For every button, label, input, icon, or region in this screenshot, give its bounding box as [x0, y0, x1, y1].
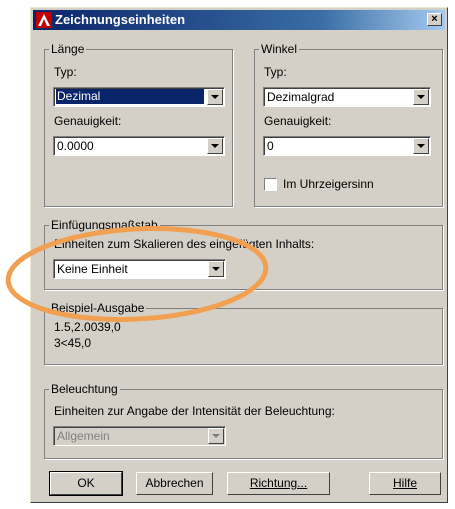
chevron-down-icon[interactable]	[207, 89, 223, 105]
close-button[interactable]: ×	[427, 13, 442, 26]
length-type-dropdown[interactable]: Dezimal	[53, 87, 225, 107]
lighting-legend: Beleuchtung	[49, 382, 120, 396]
insertion-scale-dropdown[interactable]: Keine Einheit	[53, 259, 226, 279]
help-button-label: Hilfe	[392, 476, 417, 490]
length-precision-dropdown[interactable]: 0.0000	[53, 136, 225, 156]
lighting-units-value: Allgemein	[57, 429, 110, 443]
length-type-label: Typ:	[54, 65, 77, 79]
title-bar[interactable]: Zeichnungseinheiten ×	[33, 10, 445, 30]
cancel-button[interactable]: Abbrechen	[136, 472, 213, 495]
help-button[interactable]: Hilfe	[369, 472, 441, 495]
sample-output-line-2: 3<45,0	[54, 336, 92, 350]
angle-precision-label: Genauigkeit:	[264, 114, 332, 128]
length-group: Länge Typ: Dezimal Genauigkeit: 0.0000	[44, 42, 233, 207]
insertion-scale-value: Keine Einheit	[57, 262, 128, 276]
angle-type-label: Typ:	[264, 65, 287, 79]
chevron-down-icon[interactable]	[207, 138, 223, 154]
insertion-scale-group: Einfügungsmaßstab Einheiten zum Skaliere…	[44, 218, 443, 290]
chevron-down-icon[interactable]	[208, 428, 224, 444]
angle-type-dropdown[interactable]: Dezimalgrad	[263, 87, 431, 107]
sample-output-legend: Beispiel-Ausgabe	[49, 301, 147, 315]
length-type-value: Dezimal	[56, 89, 204, 104]
lighting-description: Einheiten zur Angabe der Intensität der …	[54, 404, 335, 418]
angle-group: Winkel Typ: Dezimalgrad Genauigkeit: 0 I…	[254, 42, 443, 207]
chevron-down-icon[interactable]	[413, 138, 429, 154]
length-precision-label: Genauigkeit:	[54, 114, 122, 128]
clockwise-checkbox[interactable]	[264, 178, 277, 191]
autocad-app-icon	[36, 12, 52, 28]
length-precision-value: 0.0000	[57, 139, 94, 153]
chevron-down-icon[interactable]	[413, 89, 429, 105]
angle-legend: Winkel	[259, 42, 300, 56]
direction-button-label: Richtung...	[249, 476, 308, 490]
sample-output-group: Beispiel-Ausgabe 1.5,2.0039,0 3<45,0	[44, 301, 443, 365]
sample-output-line-1: 1.5,2.0039,0	[54, 320, 121, 334]
angle-type-value: Dezimalgrad	[267, 90, 335, 104]
ok-button[interactable]: OK	[49, 471, 123, 496]
chevron-down-icon[interactable]	[208, 261, 224, 277]
angle-precision-dropdown[interactable]: 0	[263, 136, 431, 156]
lighting-group: Beleuchtung Einheiten zur Angabe der Int…	[44, 382, 443, 459]
clockwise-label[interactable]: Im Uhrzeigersinn	[283, 177, 374, 191]
insertion-scale-legend: Einfügungsmaßstab	[49, 218, 160, 232]
direction-button[interactable]: Richtung...	[227, 472, 330, 495]
dialog-title: Zeichnungseinheiten	[55, 12, 186, 27]
close-icon: ×	[431, 13, 438, 25]
insertion-scale-description: Einheiten zum Skalieren des eingefügten …	[54, 237, 315, 251]
drawing-units-dialog: Zeichnungseinheiten × Länge Typ: Dezimal…	[30, 7, 448, 503]
angle-precision-value: 0	[267, 139, 274, 153]
length-legend: Länge	[49, 42, 87, 56]
lighting-units-dropdown[interactable]: Allgemein	[53, 426, 226, 446]
